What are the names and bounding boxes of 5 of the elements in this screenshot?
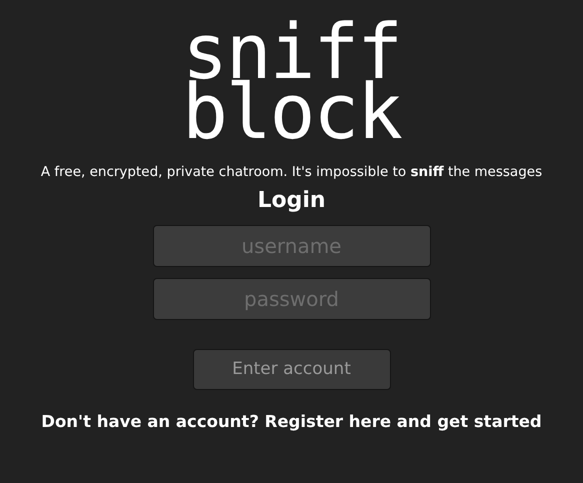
tagline: A free, encrypted, private chatroom. It's impossible to sniff the messages — [40, 163, 542, 182]
login-heading: Login — [257, 187, 326, 216]
register-link[interactable]: Don't have an account? Register here and get started — [41, 410, 542, 435]
logo-text: block — [182, 82, 401, 142]
enter-account-button[interactable]: Enter account — [192, 349, 390, 390]
